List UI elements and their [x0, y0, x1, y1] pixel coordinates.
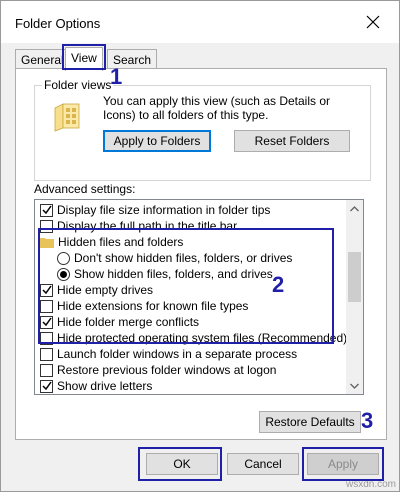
list-item[interactable]: Restore previous folder windows at logon	[35, 362, 347, 378]
checkmark-icon	[41, 205, 52, 215]
folder-views-legend: Folder views	[42, 78, 114, 92]
list-item: Hidden files and folders	[35, 234, 347, 250]
list-item-label: Hide protected operating system files (R…	[57, 331, 348, 345]
list-item-label: Display file size information in folder …	[57, 203, 271, 217]
list-item[interactable]: Don't show hidden files, folders, or dri…	[35, 250, 347, 266]
chevron-down-icon	[350, 383, 359, 389]
radio-button[interactable]	[57, 267, 70, 281]
title-bar: Folder Options	[1, 1, 399, 43]
checkbox[interactable]	[40, 203, 53, 217]
tab-general[interactable]: General	[15, 49, 70, 69]
scroll-up-arrow[interactable]	[346, 200, 363, 217]
list-item[interactable]: Hide folder merge conflicts	[35, 314, 347, 330]
checkmark-icon	[41, 285, 52, 295]
list-item-label: Hidden files and folders	[58, 235, 184, 249]
list-item[interactable]: Hide protected operating system files (R…	[35, 330, 347, 346]
ok-button[interactable]: OK	[146, 453, 218, 475]
checkbox[interactable]	[40, 219, 53, 233]
checkbox[interactable]	[40, 379, 53, 393]
view-tab-panel: Folder views You can apply this view (su…	[15, 68, 387, 440]
list-item-label: Hide extensions for known file types	[57, 299, 249, 313]
checkbox[interactable]	[40, 347, 53, 361]
checkbox[interactable]	[40, 331, 53, 345]
checkbox[interactable]	[40, 299, 53, 313]
list-item[interactable]: Show drive letters	[35, 378, 347, 394]
list-item[interactable]: Hide extensions for known file types	[35, 298, 347, 314]
list-item-label: Show hidden files, folders, and drives	[74, 267, 273, 281]
list-item-label: Hide empty drives	[57, 283, 154, 297]
list-item-label: Display the full path in the title bar	[57, 219, 238, 233]
window-title: Folder Options	[15, 16, 101, 31]
advanced-settings-label: Advanced settings:	[34, 182, 136, 196]
cancel-button[interactable]: Cancel	[227, 453, 299, 475]
folder-options-dialog: Folder Options General View Search Folde…	[0, 0, 400, 492]
tab-view[interactable]: View	[65, 47, 103, 71]
list-item-label: Launch folder windows in a separate proc…	[57, 347, 298, 361]
list-item[interactable]: Show hidden files, folders, and drives	[35, 266, 347, 282]
list-item-label: Restore previous folder windows at logon	[57, 363, 277, 377]
vertical-scrollbar[interactable]	[346, 200, 363, 394]
reset-folders-button[interactable]: Reset Folders	[234, 130, 350, 152]
list-item-label: Show drive letters	[57, 379, 153, 393]
radio-button[interactable]	[57, 251, 70, 265]
restore-defaults-button[interactable]: Restore Defaults	[259, 411, 361, 433]
watermark: wsxdn.com	[345, 479, 396, 490]
folder-views-group: Folder views You can apply this view (su…	[34, 78, 371, 181]
checkbox[interactable]	[40, 283, 53, 297]
chevron-up-icon	[350, 205, 359, 211]
annotation-marker-3: 3	[361, 408, 374, 433]
annotation-marker-2: 2	[272, 272, 285, 297]
folder-views-icon	[54, 103, 80, 132]
apply-to-folders-button[interactable]: Apply to Folders	[103, 130, 211, 152]
annotation-marker-1: 1	[110, 64, 123, 89]
apply-button[interactable]: Apply	[307, 453, 379, 475]
radio-selected-dot	[60, 270, 67, 278]
list-item[interactable]: Launch folder windows in a separate proc…	[35, 346, 347, 362]
checkmark-icon	[41, 381, 52, 391]
list-item[interactable]: Display file size information in folder …	[35, 202, 347, 218]
checkmark-icon	[41, 317, 52, 327]
list-item-label: Don't show hidden files, folders, or dri…	[74, 251, 293, 265]
folder-views-description: You can apply this view (such as Details…	[103, 94, 331, 122]
scroll-down-arrow[interactable]	[346, 377, 363, 394]
list-item-label: Hide folder merge conflicts	[57, 315, 200, 329]
checkbox[interactable]	[40, 315, 53, 329]
close-icon	[366, 15, 380, 29]
checkbox[interactable]	[40, 363, 53, 377]
close-button[interactable]	[353, 5, 393, 39]
folder-icon	[40, 238, 54, 248]
list-item[interactable]: Display the full path in the title bar	[35, 218, 347, 234]
list-item[interactable]: Hide empty drives	[35, 282, 347, 298]
advanced-settings-list[interactable]: Display file size information in folder …	[34, 199, 364, 395]
scrollbar-thumb[interactable]	[348, 252, 361, 302]
